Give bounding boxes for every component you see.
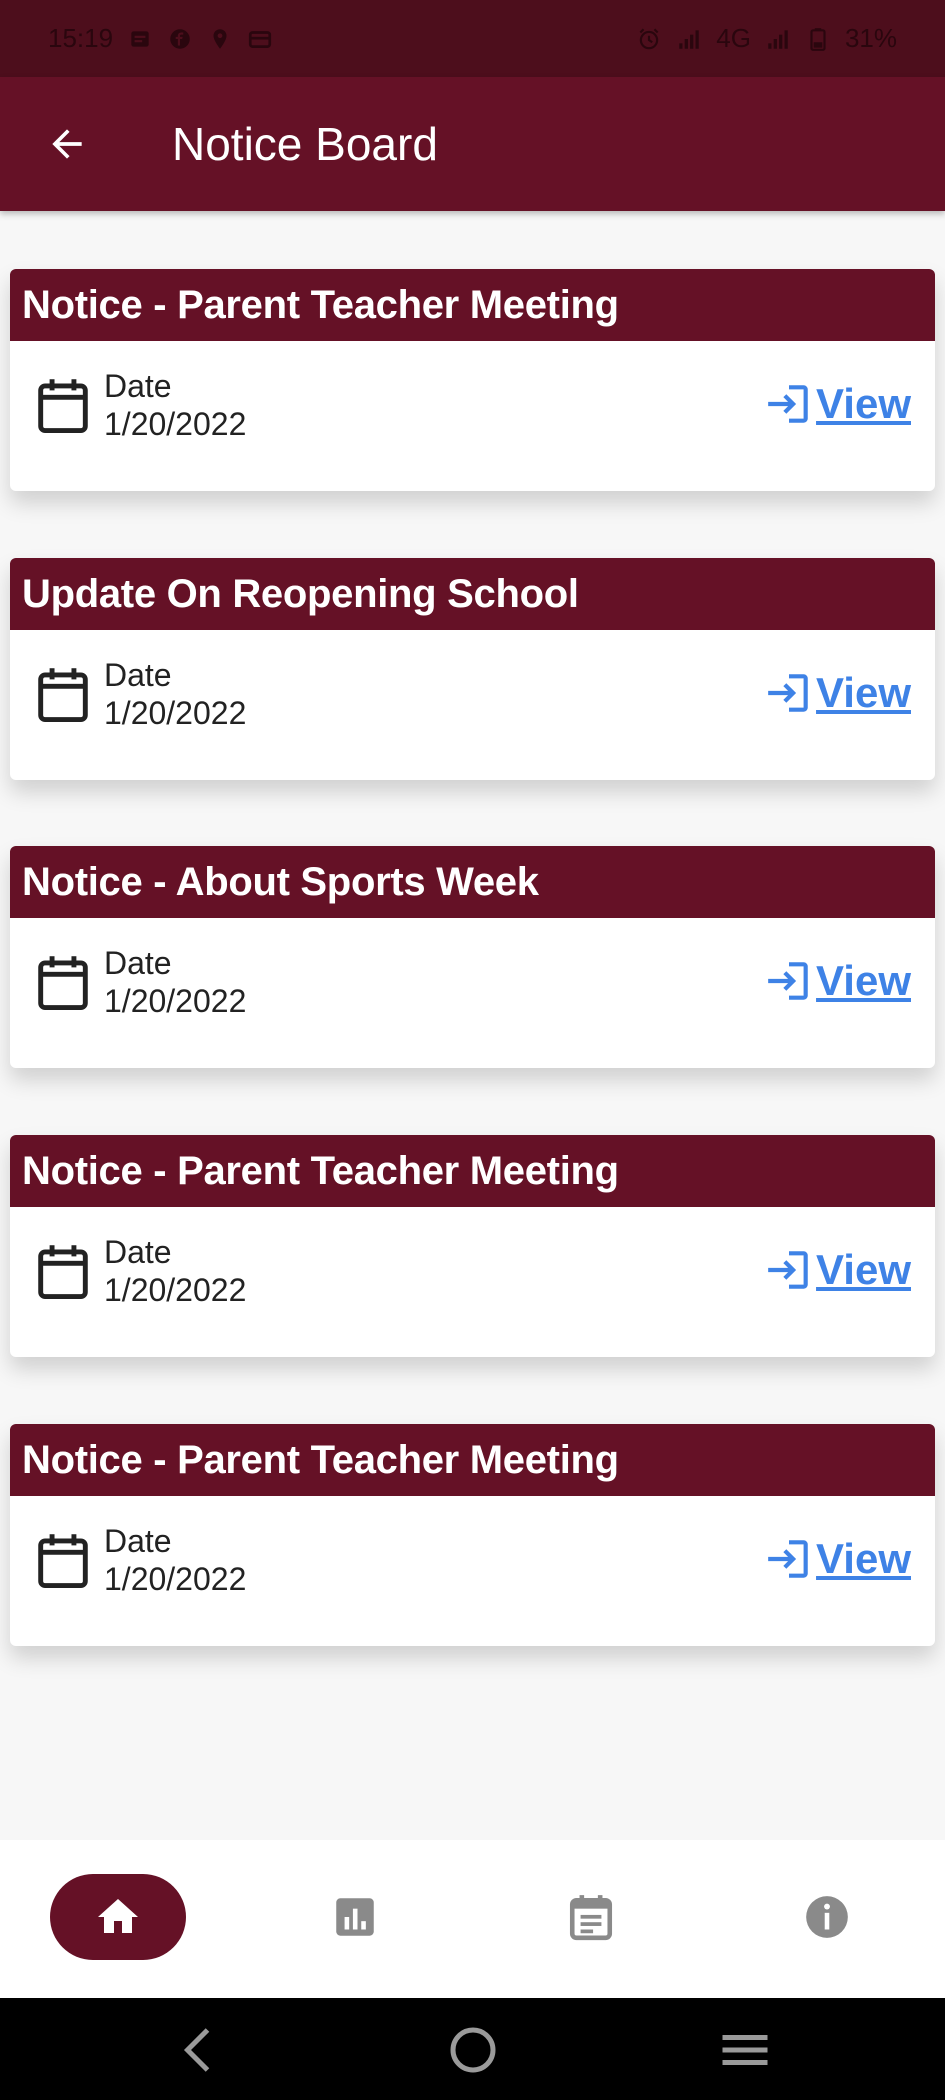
view-link[interactable]: View [764,379,911,429]
app-bar: Notice Board [0,77,945,211]
system-nav-bar [0,1998,945,2100]
bottom-nav [0,1840,945,1998]
view-link[interactable]: View [764,668,911,718]
notice-body: Date 1/20/2022 View [10,1496,935,1646]
alarm-icon [639,27,659,49]
date-value: 1/20/2022 [104,1561,247,1597]
view-link[interactable]: View [764,956,911,1006]
date-label: Date [104,657,172,693]
notice-card: Notice - About Sports Week Date 1/20/202… [10,846,935,1068]
notice-card: Notice - Parent Teacher Meeting Date 1/2… [10,1424,935,1646]
notice-title: Update On Reopening School [10,558,935,630]
view-label[interactable]: View [816,380,911,428]
view-label[interactable]: View [816,669,911,717]
facebook-icon [170,28,190,49]
home-icon [98,1899,138,1933]
date-label: Date [104,1523,172,1559]
date-block: Date 1/20/2022 [104,1522,246,1598]
signal-icon-2 [768,29,788,49]
nav-calendar-button[interactable] [546,1874,636,1960]
login-arrow-icon [768,962,808,1000]
notice-body: Date 1/20/2022 View [10,341,935,491]
back-button[interactable] [32,109,102,179]
date-label: Date [104,945,172,981]
calendar-icon [38,668,88,722]
date-block: Date 1/20/2022 [104,944,246,1020]
view-label[interactable]: View [816,1246,911,1294]
arrow-left-icon [52,129,82,159]
status-right: 4G 31% [636,23,897,54]
bar-chart-icon [336,1898,374,1936]
notice-title: Notice - About Sports Week [10,846,935,918]
view-link[interactable]: View [764,1245,911,1295]
network-type: 4G [716,23,751,53]
wallet-icon [248,30,272,48]
date-value: 1/20/2022 [104,983,247,1019]
location-icon [213,28,227,49]
view-link[interactable]: View [764,1534,911,1584]
notice-body: Date 1/20/2022 View [10,918,935,1068]
calendar-icon [38,956,88,1010]
calendar-icon [38,1245,88,1299]
back-nav-icon[interactable] [170,2020,230,2080]
calendar-notes-icon [569,1895,613,1941]
notice-body: Date 1/20/2022 View [10,1207,935,1357]
info-icon [806,1896,848,1938]
login-arrow-icon [768,674,808,712]
date-label: Date [104,1234,172,1270]
notification-icon [131,30,149,47]
date-value: 1/20/2022 [104,1272,247,1308]
status-left: 15:19 [48,23,273,54]
notice-card: Update On Reopening School Date 1/20/202… [10,558,935,780]
login-arrow-icon [768,385,808,423]
notice-card: Notice - Parent Teacher Meeting Date 1/2… [10,269,935,491]
date-block: Date 1/20/2022 [104,367,246,443]
nav-home-button[interactable] [50,1874,186,1960]
date-block: Date 1/20/2022 [104,1233,246,1309]
nav-stats-button[interactable] [310,1874,400,1960]
date-value: 1/20/2022 [104,406,247,442]
page-title: Notice Board [172,118,438,170]
notice-title: Notice - Parent Teacher Meeting [10,1424,935,1496]
notice-body: Date 1/20/2022 View [10,630,935,780]
date-value: 1/20/2022 [104,695,247,731]
calendar-icon [38,1534,88,1588]
calendar-icon [38,379,88,433]
view-label[interactable]: View [816,1535,911,1583]
signal-icon [679,29,700,49]
date-label: Date [104,368,172,404]
notice-card: Notice - Parent Teacher Meeting Date 1/2… [10,1135,935,1357]
login-arrow-icon [768,1251,808,1289]
view-label[interactable]: View [816,957,911,1005]
menu-nav-icon[interactable] [715,2020,775,2080]
status-time: 15:19 [48,23,114,53]
date-block: Date 1/20/2022 [104,656,246,732]
nav-info-button[interactable] [782,1874,872,1960]
battery-level: 31% [844,23,897,53]
battery-icon [810,27,826,51]
login-arrow-icon [768,1540,808,1578]
status-bar: 15:19 4G 31% [0,0,945,77]
home-nav-icon[interactable] [443,2020,503,2080]
notice-title: Notice - Parent Teacher Meeting [10,269,935,341]
notice-title: Notice - Parent Teacher Meeting [10,1135,935,1207]
